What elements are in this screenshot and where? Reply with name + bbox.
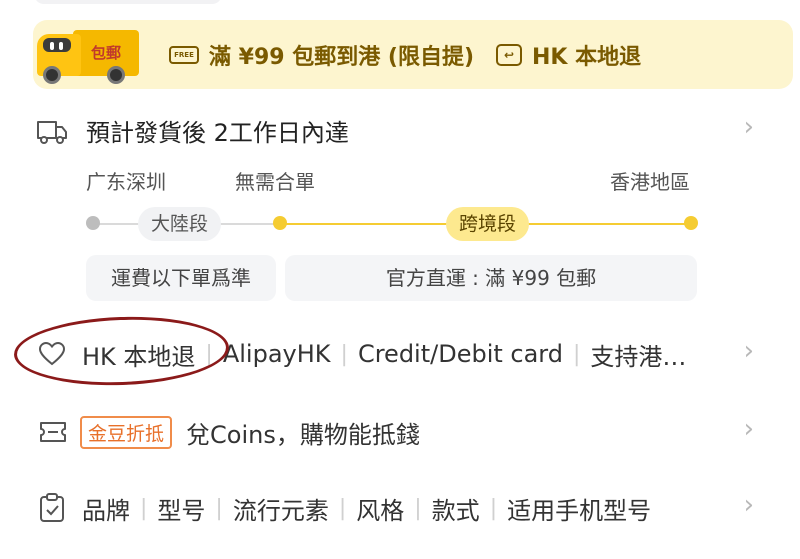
chevron-right-icon[interactable]: ›	[744, 492, 754, 518]
route-mid-dot	[273, 216, 287, 230]
product-specs-row[interactable]: 品牌 | 型号 | 流行元素 | 风格 | 款式 | 适用手机型号	[38, 488, 651, 528]
chevron-right-icon[interactable]: ›	[744, 114, 754, 140]
highlight-annotation	[12, 313, 231, 389]
divider: |	[215, 495, 223, 521]
divider: |	[140, 495, 148, 521]
top-card-stub	[34, 0, 222, 4]
divider: |	[489, 495, 498, 521]
divider: |	[572, 341, 581, 367]
local-return-text: HK 本地退	[532, 44, 642, 70]
coins-row[interactable]: 金豆折抵 兌Coins，購物能抵錢	[38, 412, 420, 452]
spec-item: 适用手机型号	[507, 496, 652, 525]
spec-item: 风格	[356, 496, 405, 525]
payment-item-alipayhk: AlipayHK	[222, 340, 331, 368]
shipping-fee-note: 運費以下單爲準	[86, 255, 276, 301]
delivery-van-icon	[37, 121, 67, 144]
divider: |	[340, 341, 348, 367]
chevron-right-icon[interactable]: ›	[744, 416, 754, 442]
coins-text: 兌Coins，購物能抵錢	[186, 420, 420, 449]
free-shipping-icon: FREE	[169, 45, 199, 64]
spec-item: 款式	[431, 496, 480, 525]
truck-cargo-label: 包郵	[73, 30, 139, 76]
merge-order-note: 無需合單	[235, 170, 315, 194]
mainland-stage-pill: 大陸段	[138, 207, 222, 241]
chevron-right-icon[interactable]: ›	[744, 338, 754, 364]
origin-location: 广东深圳	[86, 170, 166, 194]
spec-item: 流行元素	[232, 496, 329, 525]
delivery-estimate: 預計發貨後 2工作日內達	[86, 119, 349, 147]
destination-location: 香港地區	[610, 170, 690, 194]
spec-item: 品牌	[82, 496, 130, 525]
route-start-dot	[86, 216, 100, 230]
coupon-icon	[40, 422, 66, 442]
cross-border-stage-pill: 跨境段	[446, 207, 530, 241]
divider: |	[414, 495, 422, 521]
return-icon: ↩	[496, 43, 523, 66]
clipboard-check-icon	[40, 493, 64, 522]
payment-item-more: 支持港…	[590, 342, 687, 371]
route-end-dot	[684, 216, 698, 230]
gold-bean-badge: 金豆折抵	[80, 415, 173, 449]
free-shipping-text: 滿 ¥99 包郵到港 (限自提)	[209, 44, 475, 70]
delivery-truck-icon: 包郵	[33, 22, 139, 88]
divider: |	[338, 495, 347, 521]
spec-item: 型号	[157, 496, 206, 525]
shipping-promo-banner[interactable]: 包郵 FREE 滿 ¥99 包郵到港 (限自提) ↩ HK 本地退	[33, 20, 793, 89]
payment-item-card: Credit/Debit card	[357, 340, 563, 368]
official-shipping-note: 官方直運 : 滿 ¥99 包郵	[285, 255, 697, 301]
